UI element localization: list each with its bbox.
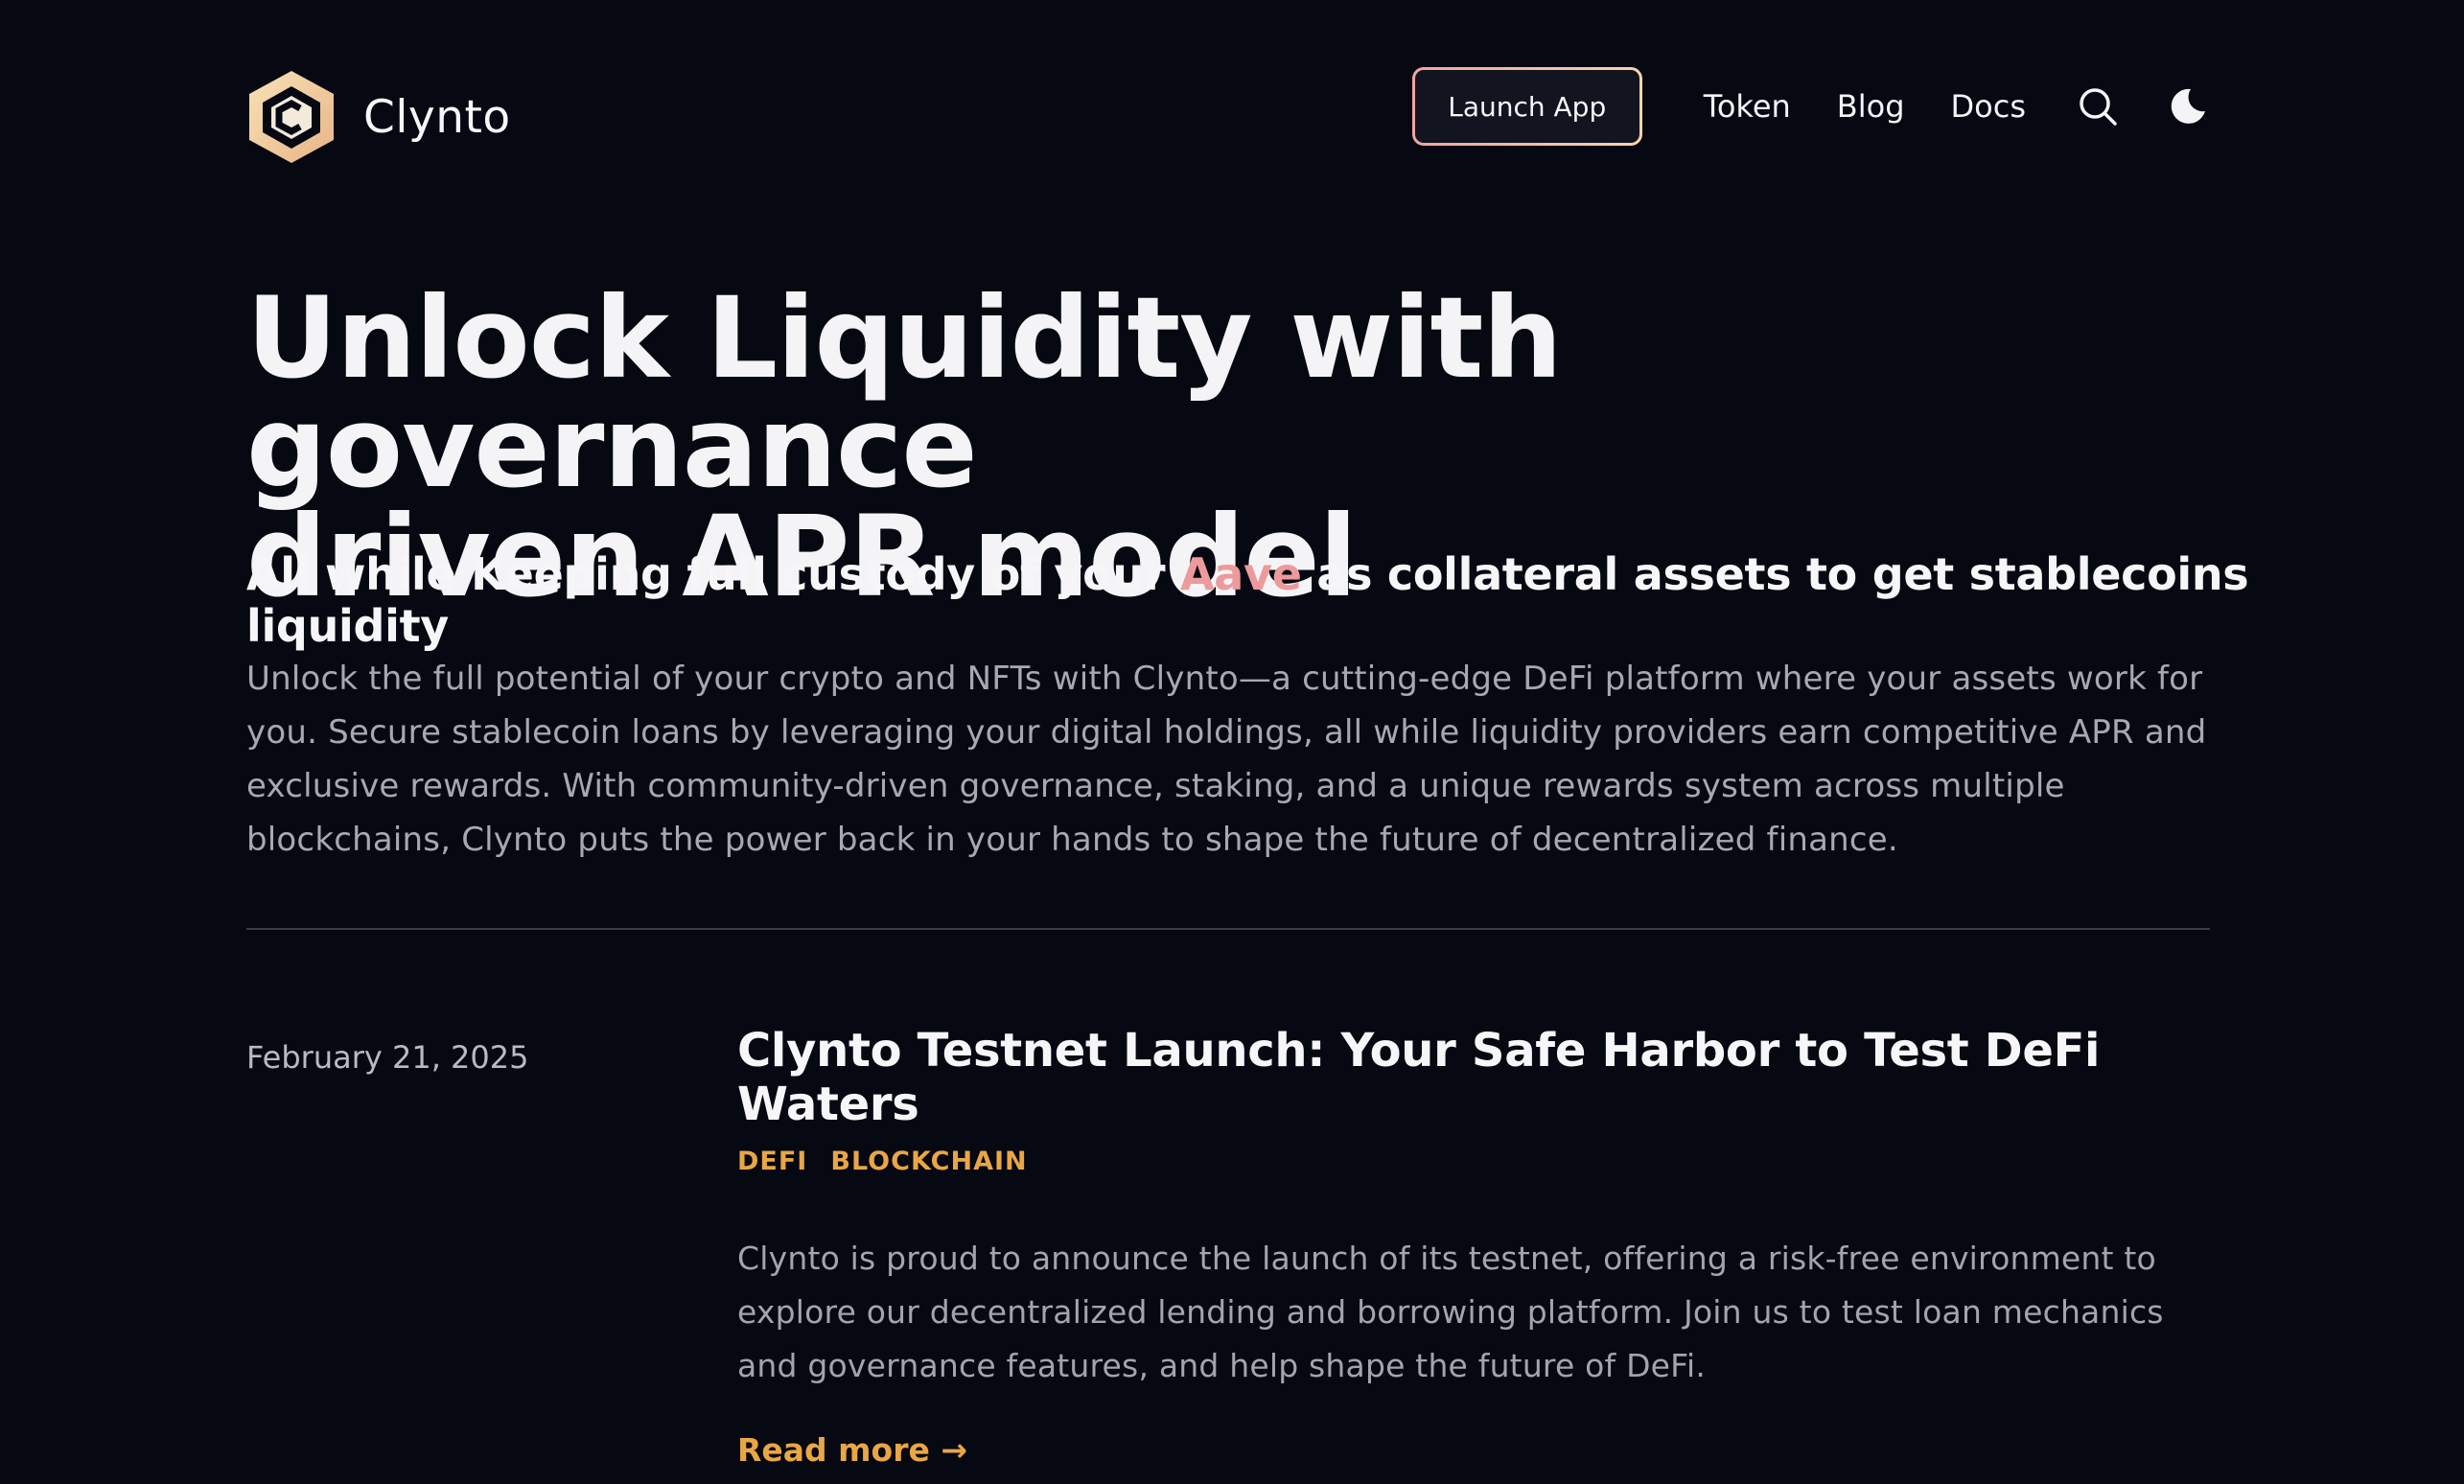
page: Clynto Launch App Token Blog Docs Unlock… bbox=[0, 0, 2464, 1484]
search-icon bbox=[2080, 88, 2117, 126]
post-date: February 21, 2025 bbox=[246, 1039, 529, 1076]
post-title[interactable]: Clynto Testnet Launch: Your Safe Harbor … bbox=[737, 1024, 2214, 1131]
post-tags: DEFI BLOCKCHAIN bbox=[737, 1147, 2214, 1176]
post-excerpt: Clynto is proud to announce the launch o… bbox=[737, 1240, 2164, 1384]
clynto-hexagon-logo-icon bbox=[249, 71, 334, 163]
launch-app-button[interactable]: Launch App bbox=[1411, 67, 1642, 146]
search-button[interactable] bbox=[2076, 84, 2120, 128]
moon-icon bbox=[2171, 88, 2205, 124]
main-nav: Launch App Token Blog Docs bbox=[1411, 67, 2210, 146]
brand-name: Clynto bbox=[363, 90, 511, 144]
hero-subtitle: All while Keeping full custody of your A… bbox=[246, 548, 2260, 652]
hero-description: Unlock the full potential of your crypto… bbox=[246, 660, 2207, 859]
section-divider bbox=[246, 928, 2210, 930]
nav-link-blog[interactable]: Blog bbox=[1837, 88, 1905, 125]
theme-toggle-button[interactable] bbox=[2166, 84, 2210, 128]
brand[interactable]: Clynto bbox=[246, 69, 511, 165]
read-more-link[interactable]: Read more → bbox=[737, 1431, 967, 1469]
hero-title-line-1: Unlock Liquidity with governance bbox=[246, 272, 1563, 513]
tag-defi[interactable]: DEFI bbox=[737, 1147, 807, 1176]
blog-post: Clynto Testnet Launch: Your Safe Harbor … bbox=[737, 1024, 2214, 1469]
launch-app-label: Launch App bbox=[1414, 70, 1639, 143]
site-header: Clynto Launch App Token Blog Docs bbox=[246, 67, 2210, 173]
tag-blockchain[interactable]: BLOCKCHAIN bbox=[830, 1147, 1027, 1176]
hero-subtitle-start: All while Keeping full custody of your bbox=[246, 548, 1180, 600]
nav-link-docs[interactable]: Docs bbox=[1951, 88, 2026, 125]
hero-subtitle-accent: Aave bbox=[1179, 548, 1302, 600]
nav-link-token[interactable]: Token bbox=[1704, 88, 1791, 125]
